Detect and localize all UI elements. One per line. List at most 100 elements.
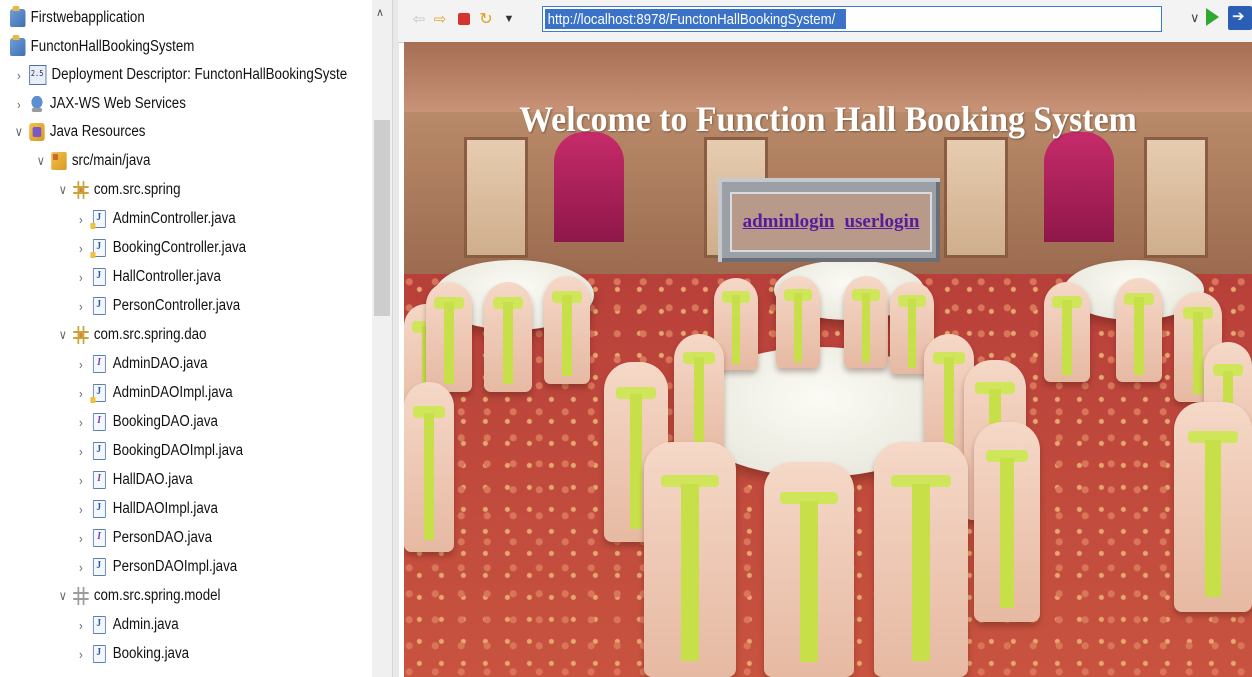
- tree-item-label: HallDAOImpl.java: [112, 500, 218, 517]
- chevron-down-icon[interactable]: ∨: [56, 182, 70, 198]
- banquet-chair: [644, 442, 736, 677]
- package-icon: [73, 181, 89, 199]
- tree-item-bookingdao[interactable]: › BookingDAO.java: [74, 408, 218, 436]
- tree-item-admindaoimpl[interactable]: › AdminDAOImpl.java: [74, 379, 233, 407]
- chevron-right-icon[interactable]: ›: [74, 241, 88, 256]
- tree-item-label: HallDAO.java: [112, 471, 193, 488]
- tree-item-label: Java Resources: [49, 123, 146, 140]
- tree-item-halldaoimpl[interactable]: › HallDAOImpl.java: [74, 495, 218, 523]
- tree-item-admincontroller[interactable]: › AdminController.java: [74, 205, 236, 233]
- back-arrow-icon[interactable]: ⇦: [410, 10, 428, 28]
- java-file-icon: [92, 297, 106, 315]
- tree-item-label: PersonDAO.java: [112, 529, 212, 546]
- url-bar[interactable]: [542, 6, 1162, 32]
- java-file-icon: [92, 616, 106, 634]
- package-icon: [73, 587, 89, 605]
- user-login-link[interactable]: userlogin: [844, 211, 919, 233]
- go-play-icon[interactable]: [1206, 8, 1219, 26]
- chevron-right-icon[interactable]: ›: [74, 473, 88, 488]
- tree-item-label: Booking.java: [112, 645, 190, 662]
- chevron-right-icon[interactable]: ›: [74, 531, 88, 546]
- tree-item-label: src/main/java: [71, 152, 151, 169]
- chevron-right-icon[interactable]: ›: [74, 415, 88, 430]
- web-services-icon: [29, 95, 45, 113]
- page-heading: Welcome to Function Hall Booking System: [519, 99, 1137, 139]
- tree-item-java-resources[interactable]: ∨ Java Resources: [12, 118, 145, 146]
- chevron-right-icon[interactable]: ›: [12, 97, 26, 112]
- url-history-chevron-icon[interactable]: ∨: [1190, 10, 1200, 26]
- tree-item-bookingdaoimpl[interactable]: › BookingDAOImpl.java: [74, 437, 243, 465]
- tree-item-label: com.src.spring: [93, 181, 181, 198]
- dropdown-arrow-icon[interactable]: ▼: [500, 10, 518, 28]
- source-folder-icon: [51, 152, 67, 170]
- tree-item-label: JAX-WS Web Services: [49, 95, 186, 112]
- banquet-chair: [764, 462, 854, 677]
- login-links-inner: adminlogin userlogin: [730, 192, 932, 252]
- tree-item-label: AdminDAO.java: [112, 355, 208, 372]
- banquet-chair: [426, 282, 472, 392]
- chevron-right-icon[interactable]: ›: [74, 444, 88, 459]
- forward-arrow-icon[interactable]: ⇨: [431, 10, 449, 28]
- tree-item-booking[interactable]: › Booking.java: [74, 640, 189, 668]
- chevron-right-icon[interactable]: ›: [74, 212, 88, 227]
- tree-item-label: BookingDAO.java: [112, 413, 218, 430]
- tree-item-persondao[interactable]: › PersonDAO.java: [74, 524, 212, 552]
- wall-panel: [464, 137, 528, 258]
- tree-item-package-spring[interactable]: ∨ com.src.spring: [56, 176, 181, 204]
- tree-item-admin[interactable]: › Admin.java: [74, 611, 179, 639]
- tree-item-package-dao[interactable]: ∨ com.src.spring.dao: [56, 321, 206, 349]
- tree-item-halldao[interactable]: › HallDAO.java: [74, 466, 193, 494]
- chevron-right-icon[interactable]: ›: [74, 647, 88, 662]
- banquet-chair: [844, 276, 888, 368]
- chevron-down-icon[interactable]: ∨: [12, 124, 26, 140]
- wall-drape: [1044, 132, 1114, 242]
- tree-item-bookingcontroller[interactable]: › BookingController.java: [74, 234, 246, 262]
- chevron-right-icon[interactable]: ›: [74, 502, 88, 517]
- banquet-chair: [484, 282, 532, 392]
- tree-item-functonhallbookingsystem[interactable]: FunctonHallBookingSystem: [10, 33, 194, 61]
- chevron-right-icon[interactable]: ›: [74, 299, 88, 314]
- open-external-browser-icon[interactable]: [1228, 6, 1252, 30]
- chevron-down-icon[interactable]: ∨: [56, 327, 70, 343]
- tree-item-label: Deployment Descriptor: FunctonHallBookin…: [51, 66, 348, 83]
- chevron-right-icon[interactable]: ›: [74, 618, 88, 633]
- tree-item-hallcontroller[interactable]: › HallController.java: [74, 263, 221, 291]
- tree-item-src-main-java[interactable]: ∨ src/main/java: [34, 147, 150, 175]
- tree-item-personcontroller[interactable]: › PersonController.java: [74, 292, 240, 320]
- url-input[interactable]: [545, 9, 846, 29]
- chevron-right-icon[interactable]: ›: [74, 560, 88, 575]
- chevron-down-icon[interactable]: ∨: [34, 153, 48, 169]
- chevron-right-icon[interactable]: ›: [74, 386, 88, 401]
- chevron-right-icon[interactable]: ›: [12, 68, 26, 83]
- explorer-scrollbar[interactable]: ∧: [372, 0, 392, 677]
- tree-item-label: Firstwebapplication: [30, 9, 145, 26]
- project-icon: [10, 35, 26, 56]
- java-file-icon: [90, 210, 106, 229]
- tree-item-label: Admin.java: [112, 616, 179, 633]
- chevron-right-icon[interactable]: ›: [74, 270, 88, 285]
- chevron-down-icon[interactable]: ∨: [56, 588, 70, 604]
- banquet-chair: [974, 422, 1040, 622]
- banquet-chair: [776, 276, 820, 368]
- scroll-up-icon[interactable]: ∧: [376, 6, 384, 19]
- stop-icon[interactable]: [455, 10, 473, 28]
- chevron-right-icon[interactable]: ›: [74, 357, 88, 372]
- admin-login-link[interactable]: adminlogin: [743, 211, 835, 233]
- java-file-icon: [92, 442, 106, 460]
- deployment-descriptor-icon: [29, 65, 47, 85]
- java-interface-icon: [92, 471, 106, 489]
- tree-item-jax-ws[interactable]: › JAX-WS Web Services: [12, 90, 186, 118]
- tree-item-deployment-descriptor[interactable]: › Deployment Descriptor: FunctonHallBook…: [12, 61, 347, 89]
- tree-item-package-model[interactable]: ∨ com.src.spring.model: [56, 582, 221, 610]
- wall-drape: [554, 132, 624, 242]
- page-viewport: Welcome to Function Hall Booking System …: [404, 42, 1252, 677]
- project-explorer: Firstwebapplication FunctonHallBookingSy…: [0, 0, 396, 677]
- tree-item-persondaoimpl[interactable]: › PersonDAOImpl.java: [74, 553, 237, 581]
- java-file-icon: [92, 645, 106, 663]
- refresh-icon[interactable]: ↻: [477, 10, 495, 28]
- banquet-chair: [404, 382, 454, 552]
- wall-panel: [1144, 137, 1208, 258]
- scrollbar-thumb[interactable]: [374, 120, 390, 316]
- tree-item-firstwebapplication[interactable]: Firstwebapplication: [10, 4, 145, 32]
- tree-item-admindao[interactable]: › AdminDAO.java: [74, 350, 208, 378]
